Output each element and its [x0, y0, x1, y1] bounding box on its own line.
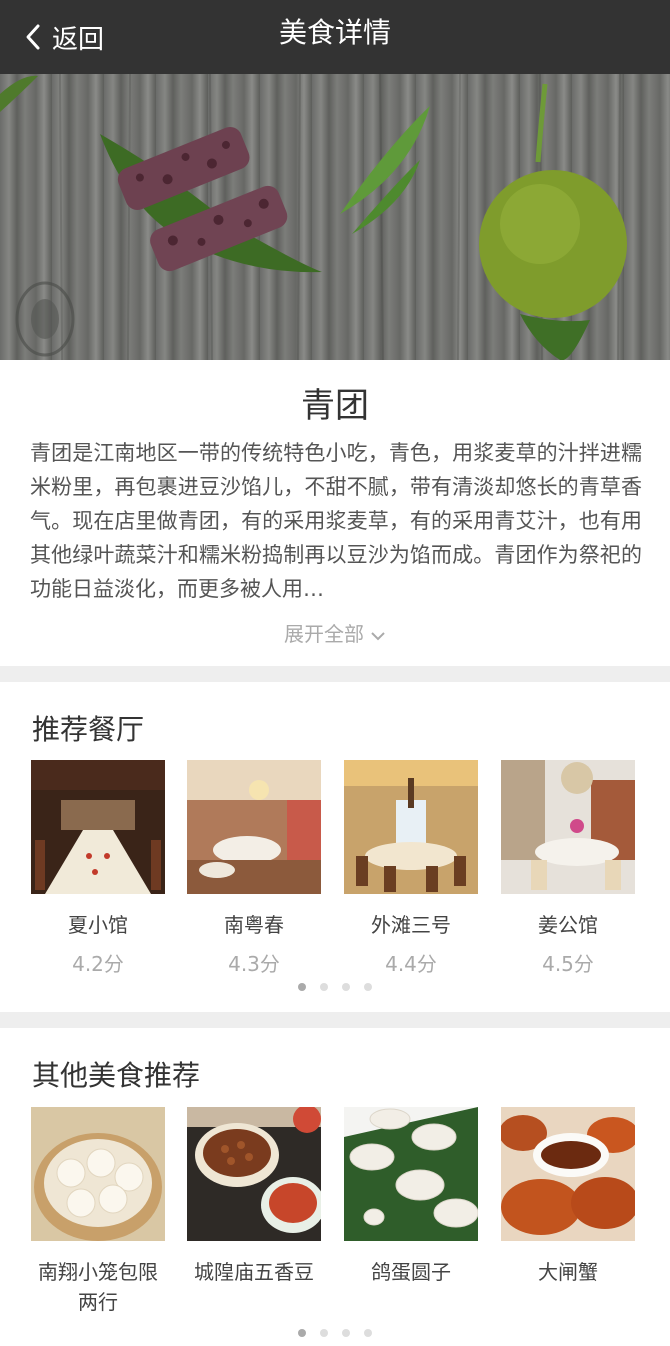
pager-dot[interactable]	[364, 983, 372, 991]
food-name-label: 南翔小笼包限两行	[38, 1260, 158, 1314]
food-name-label: 城隍庙五香豆	[194, 1260, 314, 1284]
expand-all-label: 展开全部	[284, 622, 364, 646]
restaurant-card-image[interactable]	[501, 760, 635, 894]
restaurant-card-image[interactable]	[187, 760, 321, 894]
food-name-label: 鸽蛋圆子	[371, 1260, 451, 1284]
restaurant-name: 夏小馆	[68, 913, 128, 937]
pager-dot[interactable]	[320, 983, 328, 991]
restaurant-score: 4.3分	[228, 952, 280, 976]
restaurant-score: 4.2分	[72, 952, 124, 976]
restaurant-card-image[interactable]	[344, 760, 478, 894]
food-pager-dots	[0, 1329, 670, 1339]
food-name-label: 大闸蟹	[538, 1260, 598, 1284]
restaurant-score: 4.4分	[385, 952, 437, 976]
restaurant-card-image[interactable]	[31, 760, 165, 894]
food-name: 青团	[301, 386, 369, 426]
pager-dot[interactable]	[298, 1329, 306, 1337]
restaurant-pager-dots	[0, 983, 670, 993]
food-card-image[interactable]	[501, 1107, 635, 1241]
restaurant-score: 4.5分	[542, 952, 594, 976]
page-title: 美食详情	[278, 16, 391, 49]
restaurants-section-title: 推荐餐厅	[32, 713, 145, 746]
food-card-image[interactable]	[187, 1107, 321, 1241]
food-card-image[interactable]	[31, 1107, 165, 1241]
top-nav-bar: 返回 美食详情	[0, 0, 670, 74]
chevron-down-icon	[371, 631, 385, 640]
restaurant-list: 夏小馆 南粤春 外滩三号 姜公馆 4.2分 4.3分 4.4分 4.5分	[31, 760, 641, 976]
pager-dot[interactable]	[342, 983, 350, 991]
restaurant-name: 南粤春	[224, 913, 284, 937]
pager-dot[interactable]	[364, 1329, 372, 1337]
food-card-image[interactable]	[344, 1107, 478, 1241]
other-foods-section-title: 其他美食推荐	[32, 1059, 201, 1092]
restaurant-name: 外滩三号	[371, 913, 451, 937]
section-divider	[0, 666, 670, 682]
food-description: 青团是江南地区一带的传统特色小吃，青色，用浆麦草的汁拌进糯米粉里，再包裹进豆沙馅…	[30, 441, 642, 601]
pager-dot[interactable]	[298, 983, 306, 991]
restaurant-name: 姜公馆	[538, 913, 598, 937]
pager-dot[interactable]	[320, 1329, 328, 1337]
other-food-list: 南翔小笼包限两行 城隍庙五香豆 鸽蛋圆子 大闸蟹	[31, 1107, 641, 1314]
section-divider	[0, 1012, 670, 1028]
pager-dot[interactable]	[342, 1329, 350, 1337]
food-hero-image	[0, 74, 670, 360]
expand-all-button[interactable]: 展开全部	[0, 618, 670, 647]
